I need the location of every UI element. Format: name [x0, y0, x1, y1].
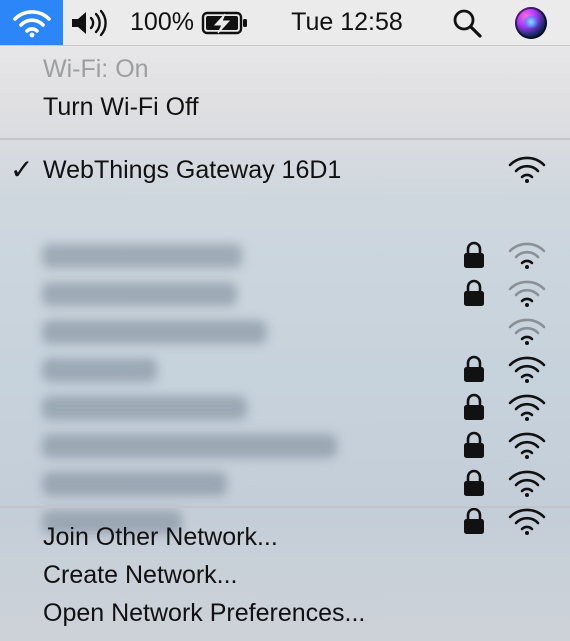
- lock-icon: [464, 431, 484, 458]
- wifi-signal-full-icon: [508, 432, 546, 459]
- siri-button[interactable]: [508, 0, 554, 45]
- magnifying-glass-icon: [453, 9, 482, 38]
- checkmark-icon: ✓: [10, 153, 34, 186]
- wifi-dropdown-menu: Wi-Fi: On Turn Wi-Fi Off ✓ WebThings Gat…: [0, 46, 570, 641]
- create-network-label: Create Network...: [43, 560, 238, 589]
- lock-icon: [464, 469, 484, 496]
- create-network-item[interactable]: Create Network...: [0, 556, 570, 594]
- network-item[interactable]: [0, 427, 570, 465]
- wifi-signal-weak-icon: [508, 318, 546, 345]
- wifi-signal-full-icon: [508, 356, 546, 383]
- blurred-network-name: [42, 244, 242, 268]
- turn-wifi-off-label: Turn Wi-Fi Off: [43, 92, 199, 121]
- wifi-status-item: Wi-Fi: On: [0, 50, 570, 88]
- join-other-network-label: Join Other Network...: [43, 522, 278, 551]
- menu-bar: 100% Tue 12:58: [0, 0, 570, 46]
- menu-separator: [0, 138, 570, 140]
- open-network-preferences-label: Open Network Preferences...: [43, 598, 366, 627]
- lock-icon: [464, 241, 484, 268]
- blurred-network-name: [42, 434, 337, 458]
- network-item[interactable]: [0, 351, 570, 389]
- wifi-menu-extra[interactable]: [0, 0, 63, 45]
- lock-icon: [464, 355, 484, 382]
- network-item[interactable]: [0, 465, 570, 503]
- siri-icon: [515, 6, 547, 39]
- wifi-signal-full-icon: [508, 156, 546, 183]
- wifi-signal-full-icon: [508, 394, 546, 421]
- wifi-icon: [12, 9, 51, 37]
- lock-icon: [464, 279, 484, 306]
- network-item[interactable]: [0, 275, 570, 313]
- blurred-network-name: [42, 282, 237, 306]
- wifi-signal-full-icon: [508, 470, 546, 497]
- volume-menu-extra[interactable]: [68, 0, 114, 45]
- network-item-connected[interactable]: ✓ WebThings Gateway 16D1: [0, 151, 570, 189]
- open-network-preferences-item[interactable]: Open Network Preferences...: [0, 594, 570, 632]
- lock-icon: [464, 393, 484, 420]
- speaker-volume-icon: [72, 9, 107, 36]
- battery-percentage[interactable]: 100%: [128, 0, 196, 45]
- wifi-status-label: Wi-Fi: On: [43, 54, 149, 83]
- network-item[interactable]: [0, 313, 570, 351]
- menu-separator: [0, 506, 570, 508]
- network-item[interactable]: [0, 237, 570, 275]
- turn-wifi-off-item[interactable]: Turn Wi-Fi Off: [0, 88, 570, 126]
- battery-charging-icon: [201, 11, 247, 34]
- network-name: WebThings Gateway 16D1: [43, 155, 342, 184]
- clock-menu-extra[interactable]: Tue 12:58: [281, 0, 413, 45]
- blurred-network-name: [42, 320, 267, 344]
- clock-label: Tue 12:58: [291, 8, 403, 36]
- blurred-network-name: [42, 358, 157, 382]
- spotlight-button[interactable]: [446, 0, 488, 45]
- wifi-signal-weak-icon: [508, 242, 546, 269]
- blurred-network-name: [42, 472, 227, 496]
- battery-percent-label: 100%: [130, 8, 194, 36]
- network-item[interactable]: [0, 389, 570, 427]
- wifi-signal-weak-icon: [508, 280, 546, 307]
- blurred-network-name: [42, 396, 247, 420]
- join-other-network-item[interactable]: Join Other Network...: [0, 518, 570, 556]
- battery-menu-extra[interactable]: [200, 0, 250, 45]
